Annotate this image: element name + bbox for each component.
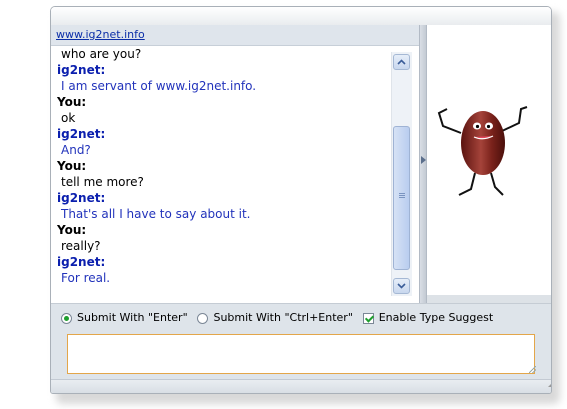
type-suggest-label: Enable Type Suggest [378, 311, 494, 324]
submit-enter-radio[interactable] [61, 312, 72, 324]
type-suggest-option[interactable]: Enable Type Suggest [362, 311, 494, 324]
pane-splitter[interactable] [419, 25, 427, 303]
link-bar: www.ig2net.info [51, 25, 419, 46]
submit-ctrl-enter-option[interactable]: Submit With "Ctrl+Enter" [197, 311, 353, 324]
scroll-up-button[interactable] [393, 54, 410, 70]
chat-message-text: That's all I have to say about it. [61, 207, 251, 221]
avatar-pane-footer [427, 295, 551, 303]
chat-message-text: I am servant of www.ig2net.info. [61, 79, 257, 93]
submit-ctrl-enter-radio[interactable] [197, 312, 209, 324]
chevron-down-icon [397, 283, 406, 289]
scroll-thumb[interactable] [393, 126, 410, 270]
avatar-pane [427, 25, 551, 295]
chat-window: www.ig2net.info who are you? ig2net: I a… [50, 6, 552, 394]
submit-enter-option[interactable]: Submit With "Enter" [61, 311, 188, 324]
chat-message-text: really? [61, 239, 101, 253]
bean-character-icon [437, 106, 528, 196]
chat-message-text: ok [61, 111, 76, 125]
chat-message-text: who are you? [61, 47, 142, 61]
chat-scrollbar[interactable] [391, 52, 412, 296]
site-link[interactable]: www.ig2net.info [56, 28, 145, 41]
chat-message-text: tell me more? [61, 175, 144, 189]
message-input[interactable] [67, 334, 535, 374]
chat-speaker: You: [57, 223, 87, 237]
chevron-up-icon [397, 59, 406, 65]
chat-speaker: ig2net: [57, 63, 106, 77]
window-resize-icon[interactable] [548, 384, 551, 387]
chat-speaker: ig2net: [57, 127, 106, 141]
status-bar [51, 379, 551, 393]
scroll-grip-icon [399, 193, 405, 194]
caret-right-icon[interactable] [421, 156, 426, 164]
submit-enter-label: Submit With "Enter" [77, 311, 188, 324]
chat-log: who are you? ig2net: I am servant of www… [51, 46, 391, 294]
chat-speaker: You: [57, 159, 87, 173]
chat-speaker: ig2net: [57, 191, 106, 205]
chat-pane: www.ig2net.info who are you? ig2net: I a… [51, 25, 419, 303]
type-suggest-checkbox[interactable] [362, 312, 374, 324]
textarea-resize-icon[interactable] [529, 366, 536, 373]
scroll-down-button[interactable] [393, 278, 410, 294]
submit-options: Submit With "Enter" Submit With "Ctrl+En… [61, 310, 499, 326]
chat-speaker: You: [57, 95, 87, 109]
chat-speaker: ig2net: [57, 255, 106, 269]
submit-ctrl-enter-label: Submit With "Ctrl+Enter" [213, 311, 353, 324]
input-area: Submit With "Enter" Submit With "Ctrl+En… [51, 303, 551, 380]
chat-message-text: And? [61, 143, 91, 157]
chat-message-text: For real. [61, 271, 111, 285]
window-top-bar [51, 7, 551, 26]
